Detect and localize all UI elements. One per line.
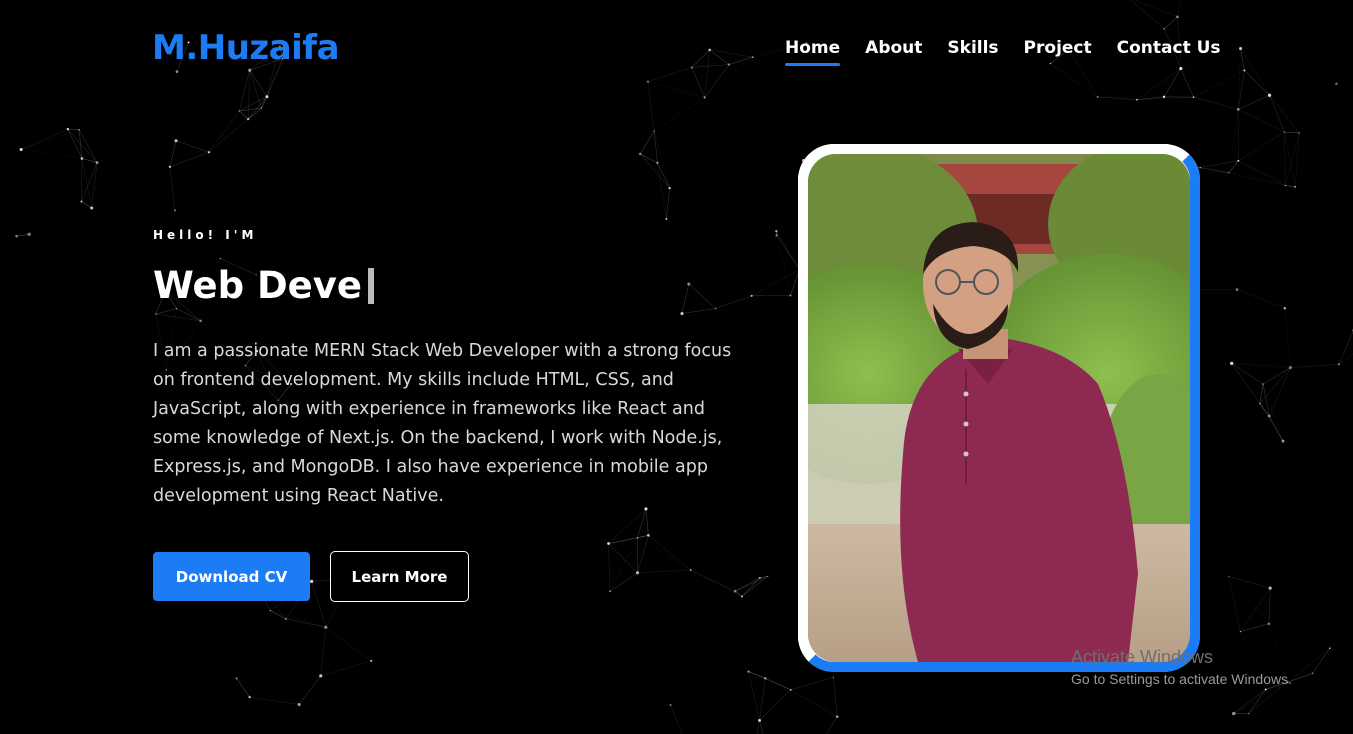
hero-greeting: Hello! I'M xyxy=(153,228,258,242)
typing-cursor xyxy=(367,267,374,304)
site-logo[interactable]: M.Huzaifa xyxy=(152,28,340,68)
hero-typed-role: Web Deve xyxy=(153,264,374,307)
typed-role-text: Web Deve xyxy=(153,264,362,307)
nav-item-project[interactable]: Project xyxy=(1024,38,1092,58)
nav-item-about[interactable]: About xyxy=(865,38,922,58)
learn-more-button[interactable]: Learn More xyxy=(330,551,469,602)
watermark-subtitle: Go to Settings to activate Windows. xyxy=(1071,671,1292,687)
nav-item-skills[interactable]: Skills xyxy=(947,38,998,58)
download-cv-button[interactable]: Download CV xyxy=(153,552,310,601)
nav-item-contact[interactable]: Contact Us xyxy=(1117,38,1221,58)
watermark-title: Activate Windows xyxy=(1071,647,1214,667)
hero-bio: I am a passionate MERN Stack Web Develop… xyxy=(153,341,732,506)
profile-photo-frame xyxy=(798,144,1200,672)
main-nav: Home About Skills Project Contact Us xyxy=(785,38,1221,66)
nav-item-home[interactable]: Home xyxy=(785,38,841,66)
profile-photo xyxy=(808,154,1190,662)
activate-windows-watermark: Activate Windows Go to Settings to activ… xyxy=(1071,647,1292,687)
